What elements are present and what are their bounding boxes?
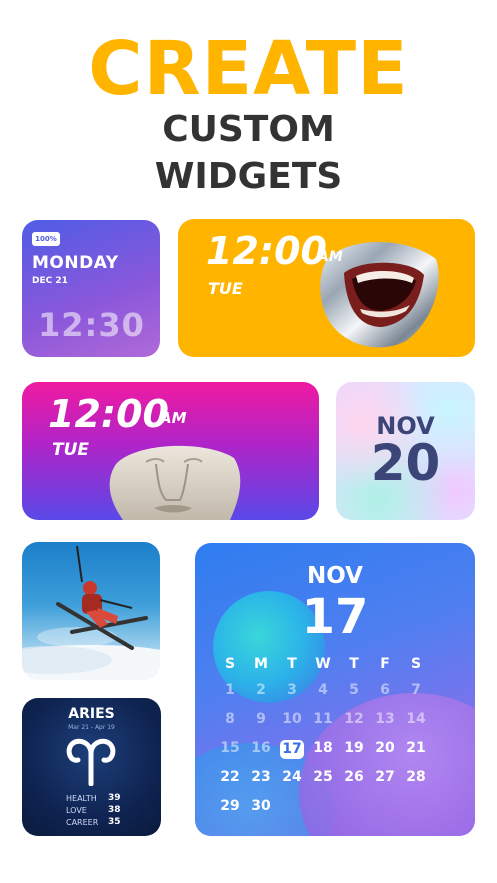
weekday-header: T [349, 656, 359, 672]
zodiac-date-range: Mar 21 - Apr 19 [68, 724, 115, 731]
weekday-header: T [287, 656, 297, 672]
calendar-day[interactable]: 29 [218, 798, 242, 814]
day-number: 20 [370, 434, 441, 492]
holographic-date-widget[interactable]: NOV 20 [336, 382, 475, 520]
stat-label-love: LOVE [66, 806, 87, 815]
orange-clock-widget[interactable]: 12:00 TUE AM [178, 219, 475, 357]
date-label: DEC 21 [32, 276, 68, 286]
calendar-day[interactable]: 20 [373, 740, 397, 756]
calendar-day[interactable]: 2 [249, 682, 273, 698]
zodiac-sign-title: ARIES [68, 706, 115, 722]
stat-label-health: HEALTH [66, 794, 97, 803]
time-display: 12:00 [206, 229, 327, 273]
weekday-header: F [380, 656, 390, 672]
day-number: 17 [301, 589, 369, 645]
calendar-day[interactable]: 7 [404, 682, 428, 698]
weekday-label: TUE [52, 440, 90, 460]
stat-label-career: CAREER [66, 818, 99, 827]
weekday-header: W [315, 656, 331, 672]
time-display: 12:30 [38, 306, 145, 344]
calendar-day[interactable]: 25 [311, 769, 335, 785]
calendar-day[interactable]: 3 [280, 682, 304, 698]
stat-value-health: 39 [108, 793, 121, 803]
weekday-label: TUE [208, 279, 243, 298]
calendar-day[interactable]: 12 [342, 711, 366, 727]
stat-value-love: 38 [108, 805, 121, 815]
statue-face-icon [109, 445, 241, 520]
calendar-day[interactable]: 13 [373, 711, 397, 727]
ampm-label: AM [318, 249, 343, 265]
calendar-day[interactable]: 22 [218, 769, 242, 785]
calendar-day[interactable]: 23 [249, 769, 273, 785]
calendar-day[interactable]: 9 [249, 711, 273, 727]
time-display: 12:00 [48, 392, 169, 436]
headline-custom: CUSTOM [162, 109, 335, 150]
month-label: NOV [307, 563, 363, 589]
calendar-day[interactable]: 11 [311, 711, 335, 727]
calendar-day[interactable]: 21 [404, 740, 428, 756]
photo-widget[interactable] [22, 542, 160, 680]
magenta-clock-widget[interactable]: 12:00 AM TUE [22, 382, 319, 520]
calendar-day[interactable]: 26 [342, 769, 366, 785]
calendar-day[interactable]: 10 [280, 711, 304, 727]
calendar-day[interactable]: 1 [218, 682, 242, 698]
skier-photo-icon [22, 545, 160, 680]
calendar-widget[interactable]: NOV 17 S M T W T F S 1 2 3 4 5 6 7 8 9 10 11 12 13 14 15 16 17 1… [195, 543, 475, 836]
stat-value-career: 35 [108, 817, 121, 827]
headline-create: CREATE [88, 26, 409, 112]
weekday-header: M [254, 656, 268, 672]
calendar-day-today[interactable]: 17 [280, 740, 304, 759]
calendar-day[interactable]: 5 [342, 682, 366, 698]
battery-badge: 100% [32, 232, 60, 246]
calendar-day[interactable]: 30 [249, 798, 273, 814]
calendar-day[interactable]: 18 [311, 740, 335, 756]
calendar-day[interactable]: 4 [311, 682, 335, 698]
calendar-day[interactable]: 15 [218, 740, 242, 756]
calendar-day[interactable]: 16 [249, 740, 273, 756]
calendar-day[interactable]: 28 [404, 769, 428, 785]
weekday-header: S [224, 656, 236, 672]
calendar-day[interactable]: 19 [342, 740, 366, 756]
weekday-header: S [410, 656, 422, 672]
headline-widgets: WIDGETS [154, 156, 343, 197]
weekday-label: MONDAY [32, 253, 119, 273]
horoscope-widget[interactable]: ARIES Mar 21 - Apr 19 HEALTH 39 LOVE 38 … [22, 698, 161, 836]
ampm-label: AM [160, 409, 187, 427]
aries-icon [66, 738, 116, 786]
calendar-day[interactable]: 8 [218, 711, 242, 727]
calendar-day[interactable]: 24 [280, 769, 304, 785]
calendar-day[interactable]: 27 [373, 769, 397, 785]
calendar-day[interactable]: 6 [373, 682, 397, 698]
small-clock-widget[interactable]: 100% MONDAY DEC 21 12:30 [22, 220, 160, 357]
calendar-day[interactable]: 14 [404, 711, 428, 727]
